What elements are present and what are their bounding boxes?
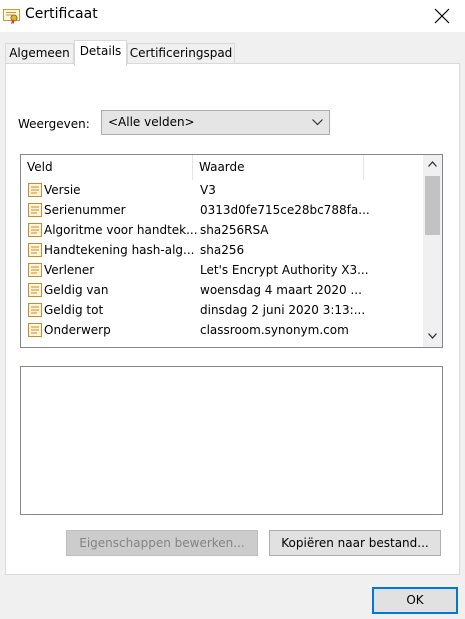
list-rows: Versie V3 Serienummer 0313d0fe715ce28bc788f…	[21, 180, 423, 340]
certificate-field-icon	[28, 323, 42, 337]
field-name: Handtekening hash-alg...	[44, 243, 195, 257]
field-value: V3	[200, 183, 216, 197]
field-name: Algoritme voor handtek...	[44, 223, 198, 237]
list-item[interactable]: Algoritme voor handtek... sha256RSA	[21, 220, 423, 240]
list-item[interactable]: Geldig tot dinsdag 2 juni 2020 3:13:...	[21, 300, 423, 320]
certificate-field-icon	[28, 283, 42, 297]
list-item[interactable]: Geldig van woensdag 4 maart 2020 ...	[21, 280, 423, 300]
field-value: woensdag 4 maart 2020 ...	[200, 283, 362, 297]
close-icon	[434, 8, 450, 24]
field-value: classroom.synonym.com	[200, 323, 349, 337]
chevron-down-icon	[428, 333, 437, 339]
list-item[interactable]: Serienummer 0313d0fe715ce28bc788fa...	[21, 200, 423, 220]
field-list[interactable]: Veld Waarde Versie V3 Serienummer 0313d0fe7…	[20, 154, 443, 348]
list-item[interactable]: Verlener Let's Encrypt Authority X3...	[21, 260, 423, 280]
ok-button[interactable]: OK	[372, 587, 458, 614]
scroll-down-button[interactable]	[423, 327, 442, 347]
field-value: 0313d0fe715ce28bc788fa...	[200, 203, 370, 217]
field-name: Versie	[44, 183, 81, 197]
list-header: Veld Waarde	[21, 155, 423, 180]
dialog-body: Algemeen Details Certificeringspad Weerg…	[0, 32, 465, 619]
show-dropdown-value: <Alle velden>	[108, 115, 195, 129]
window-title: Certificaat	[25, 6, 98, 22]
title-bar: Certificaat	[0, 0, 465, 32]
certificate-field-icon	[28, 223, 42, 237]
column-header-field[interactable]: Veld	[21, 155, 193, 180]
edit-properties-button[interactable]: Eigenschappen bewerken...	[66, 530, 258, 556]
copy-to-file-button[interactable]: Kopiëren naar bestand...	[269, 530, 441, 556]
show-label: Weergeven:	[18, 117, 90, 131]
tab-details[interactable]: Details	[74, 40, 127, 66]
field-detail-textbox[interactable]	[20, 366, 443, 515]
vertical-scrollbar[interactable]	[423, 155, 442, 347]
field-name: Geldig tot	[44, 303, 104, 317]
close-button[interactable]	[419, 0, 465, 32]
certificate-field-icon	[28, 203, 42, 217]
list-item[interactable]: Versie V3	[21, 180, 423, 200]
field-value: sha256RSA	[200, 223, 269, 237]
list-item[interactable]: Onderwerp classroom.synonym.com	[21, 320, 423, 340]
certificate-icon	[3, 9, 20, 24]
field-value: dinsdag 2 juni 2020 3:13:...	[200, 303, 366, 317]
show-dropdown[interactable]: <Alle velden>	[101, 110, 330, 135]
chevron-up-icon	[428, 161, 437, 167]
tab-general[interactable]: Algemeen	[5, 43, 74, 64]
column-header-value[interactable]: Waarde	[193, 155, 364, 180]
scroll-up-button[interactable]	[423, 155, 442, 175]
list-item[interactable]: Handtekening hash-alg... sha256	[21, 240, 423, 260]
details-panel: Weergeven: <Alle velden> Veld Waarde Ver…	[5, 63, 460, 575]
scroll-thumb[interactable]	[425, 176, 440, 235]
certificate-field-icon	[28, 243, 42, 257]
field-value: Let's Encrypt Authority X3...	[200, 263, 369, 277]
field-name: Onderwerp	[44, 323, 111, 337]
certificate-field-icon	[28, 263, 42, 277]
certificate-field-icon	[28, 303, 42, 317]
field-name: Serienummer	[44, 203, 126, 217]
field-value: sha256	[200, 243, 245, 257]
certificate-field-icon	[28, 183, 42, 197]
chevron-down-icon	[312, 119, 323, 126]
tab-certification-path[interactable]: Certificeringspad	[127, 43, 235, 64]
field-name: Geldig van	[44, 283, 109, 297]
field-name: Verlener	[44, 263, 95, 277]
